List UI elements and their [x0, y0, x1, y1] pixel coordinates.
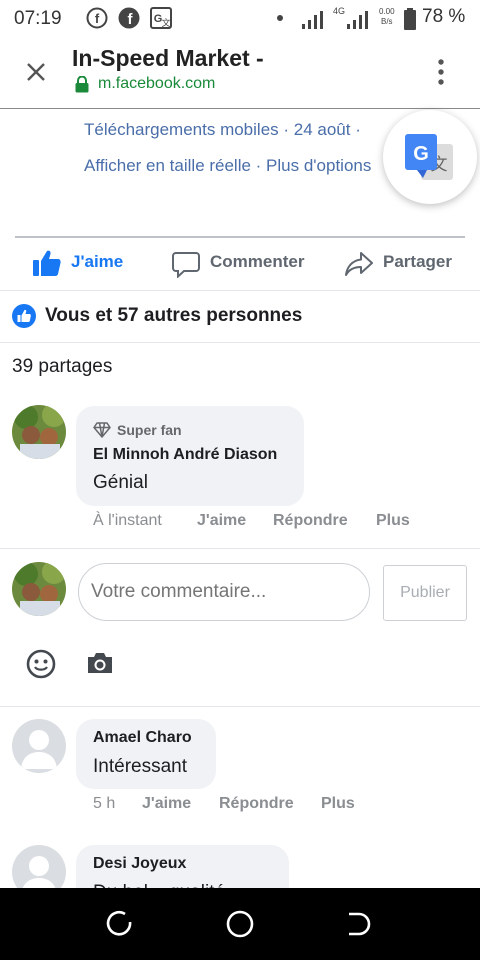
back-icon[interactable] [345, 910, 373, 938]
comment-time: 5 h [93, 795, 116, 812]
post-meta-line1[interactable]: Téléchargements mobiles · 24 août · [84, 120, 361, 140]
translate-fab[interactable]: 文 G [383, 110, 477, 204]
thumbs-up-icon [33, 250, 61, 276]
signal-4g-icon [347, 11, 368, 29]
comment-author[interactable]: El Minnoh André Diason [93, 446, 277, 464]
emoji-icon[interactable] [26, 649, 56, 679]
page-url: m.facebook.com [98, 75, 216, 92]
like-reaction-icon [12, 304, 36, 328]
shares-count[interactable]: 39 partages [12, 356, 112, 378]
separator [0, 290, 480, 291]
comment-text: Intéressant [93, 756, 187, 777]
composer-avatar [12, 562, 66, 616]
comment-more-button[interactable]: Plus [321, 795, 355, 813]
post-meta-line2[interactable]: Afficher en taille réelle · Plus d'optio… [84, 156, 371, 176]
facebook-outline-icon: f [86, 7, 108, 29]
default-avatar-icon [12, 719, 66, 773]
post-divider [15, 236, 465, 238]
like-label: J'aime [71, 252, 124, 271]
avatar-photo-icon [12, 405, 66, 459]
reactions-summary[interactable]: Vous et 57 autres personnes [45, 305, 302, 327]
more-vert-icon[interactable] [434, 58, 448, 86]
comment-author[interactable]: Desi Joyeux [93, 855, 186, 873]
page-title: In-Speed Market - [72, 45, 264, 71]
comment-bubble[interactable]: Amael Charo Intéressant [76, 719, 216, 789]
separator [0, 548, 480, 549]
avatar[interactable] [12, 405, 66, 459]
network-speed: 0.00 B/s [379, 7, 395, 26]
facebook-icon: f [118, 7, 140, 29]
translate-status-icon: G 文 [150, 7, 172, 29]
svg-text:文: 文 [161, 17, 170, 29]
comment-reply-button[interactable]: Répondre [219, 795, 294, 813]
home-icon[interactable] [225, 909, 255, 939]
avatar[interactable] [12, 719, 66, 773]
google-translate-icon: 文 G [405, 134, 453, 180]
network-type: 4G [333, 6, 346, 16]
comment-text: Génial [93, 472, 148, 493]
battery-percent: 78 % [422, 6, 466, 27]
badge-label: Super fan [117, 422, 182, 438]
share-icon [345, 252, 373, 276]
separator [0, 342, 480, 343]
comment-input[interactable] [78, 563, 370, 621]
comment-like-button[interactable]: J'aime [142, 795, 191, 813]
avatar-photo-icon [12, 562, 66, 616]
share-label: Partager [383, 252, 452, 271]
system-nav-bar [0, 888, 480, 960]
svg-text:G: G [413, 143, 429, 165]
signal-icon [302, 11, 323, 29]
notification-dot-icon [277, 15, 283, 21]
comment-label: Commenter [210, 252, 305, 271]
recents-icon[interactable] [106, 910, 134, 938]
comment-reply-button[interactable]: Répondre [273, 512, 348, 530]
camera-icon[interactable] [86, 651, 114, 675]
comment-time: À l'instant [93, 512, 162, 529]
comment-more-button[interactable]: Plus [376, 512, 410, 530]
battery-icon [404, 8, 416, 30]
close-icon[interactable] [25, 61, 47, 83]
status-bar: 07:19 f f G 文 4G 0.00 B/s 78 % [0, 0, 480, 38]
diamond-icon [93, 422, 111, 438]
status-time: 07:19 [14, 8, 62, 29]
comment-icon [172, 252, 200, 278]
comment-author[interactable]: Amael Charo [93, 729, 192, 747]
comment-bubble[interactable]: Super fan El Minnoh André Diason Génial [76, 406, 304, 506]
lock-icon [75, 76, 89, 93]
comment-like-button[interactable]: J'aime [197, 512, 246, 530]
publish-button[interactable]: Publier [383, 565, 467, 621]
separator [0, 706, 480, 707]
svg-text:f: f [95, 11, 100, 26]
